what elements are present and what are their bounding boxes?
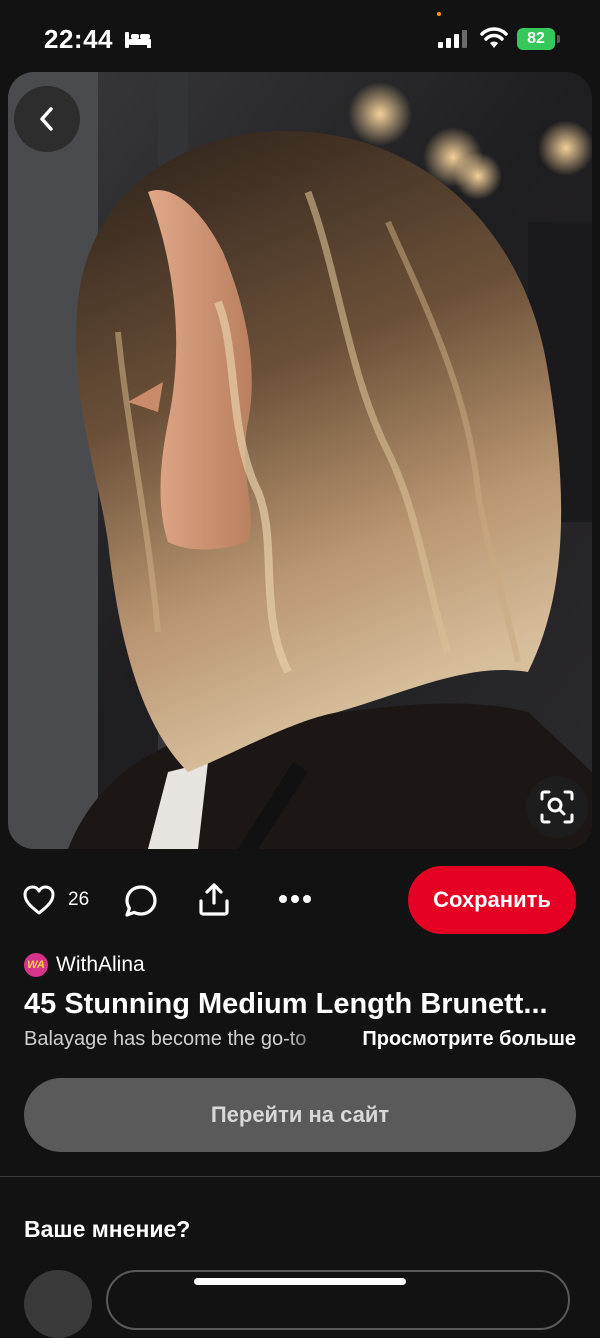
like-count: 26 xyxy=(68,889,90,910)
visual-search-button[interactable] xyxy=(526,776,588,838)
avatar xyxy=(24,1270,92,1338)
pin-actions: 26 Сохранить xyxy=(0,866,600,934)
share-icon[interactable] xyxy=(198,881,230,917)
save-button[interactable]: Сохранить xyxy=(408,866,576,934)
visit-site-button[interactable]: Перейти на сайт xyxy=(24,1078,576,1152)
pin-image[interactable] xyxy=(8,72,592,849)
battery-tip xyxy=(557,35,560,43)
see-more-link[interactable]: Просмотрите больше xyxy=(362,1028,576,1051)
author-avatar[interactable]: WA xyxy=(24,953,48,977)
heart-icon[interactable] xyxy=(22,884,56,916)
battery-indicator: 82 xyxy=(517,28,555,50)
feedback-heading: Ваше мнение? xyxy=(24,1216,191,1242)
home-indicator xyxy=(194,1278,406,1285)
hair-photo xyxy=(8,72,592,849)
author-name[interactable]: WithAlina xyxy=(56,953,145,977)
cellular-signal-icon xyxy=(438,30,467,48)
status-time: 22:44 xyxy=(44,24,113,54)
more-dots-icon[interactable] xyxy=(278,894,312,904)
bed-icon xyxy=(125,32,151,48)
author-row[interactable]: WA WithAlina xyxy=(24,952,145,978)
pin-description: Balayage has become the go-to xyxy=(24,1028,307,1050)
status-bar: 22:44 82 xyxy=(0,0,600,72)
wifi-icon xyxy=(480,27,508,48)
speech-bubble-icon[interactable] xyxy=(124,884,158,918)
back-button[interactable] xyxy=(14,86,80,152)
privacy-indicator xyxy=(437,12,441,16)
chevron-left-icon xyxy=(40,107,53,131)
pin-description-row: Balayage has become the go-to Просмотрит… xyxy=(24,1028,576,1056)
divider xyxy=(0,1176,600,1177)
visual-search-icon xyxy=(540,790,574,824)
pin-title: 45 Stunning Medium Length Brunett... xyxy=(24,988,548,1020)
